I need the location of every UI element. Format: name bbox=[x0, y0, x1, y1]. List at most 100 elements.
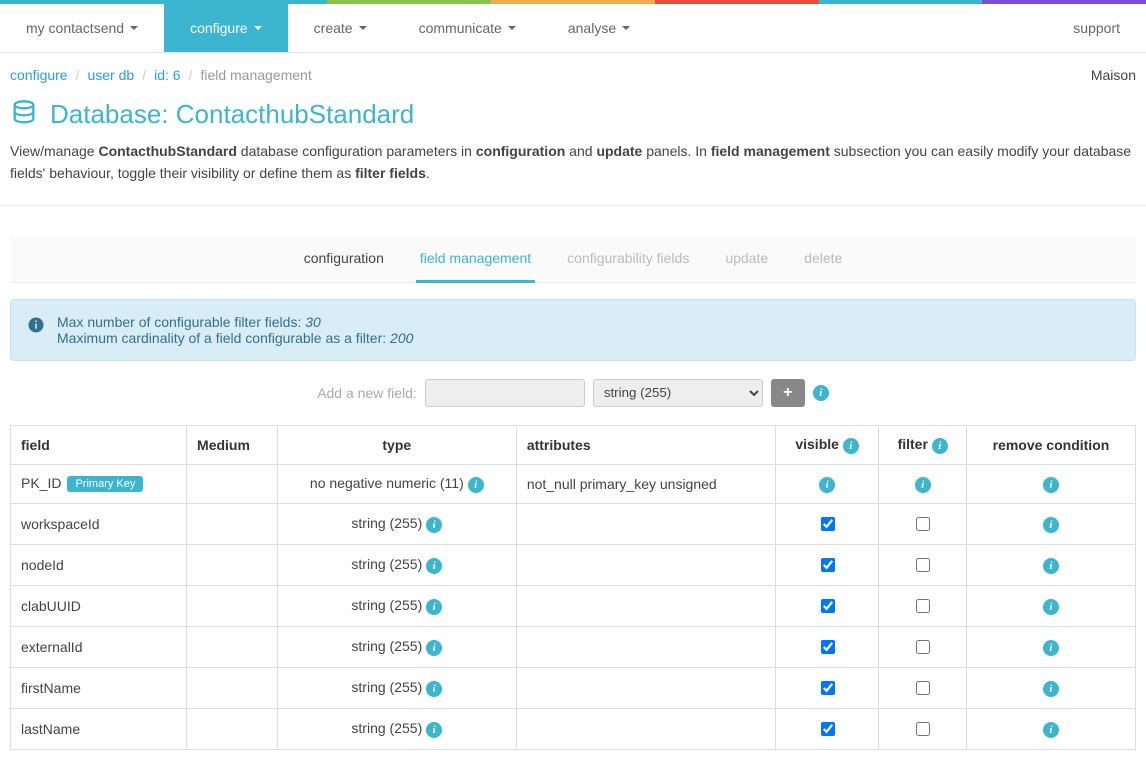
nav-create[interactable]: create bbox=[288, 4, 393, 52]
cell-remove: i bbox=[966, 667, 1135, 708]
tab-configuration[interactable]: configuration bbox=[300, 236, 388, 282]
database-icon bbox=[10, 99, 38, 130]
tabs-container: configuration field management configurabi… bbox=[10, 236, 1136, 283]
caret-down-icon bbox=[622, 26, 630, 30]
nav-analyse[interactable]: analyse bbox=[542, 4, 656, 52]
cell-attributes bbox=[516, 708, 775, 749]
info-icon[interactable]: i bbox=[1043, 681, 1059, 697]
breadcrumb-item[interactable]: configure bbox=[10, 67, 68, 83]
add-field-button[interactable]: + bbox=[771, 379, 805, 407]
filter-checkbox[interactable] bbox=[916, 599, 930, 613]
cell-medium bbox=[187, 464, 278, 503]
add-field-name-input[interactable] bbox=[425, 379, 585, 407]
cell-medium bbox=[187, 544, 278, 585]
info-icon[interactable]: i bbox=[1043, 640, 1059, 656]
cell-field: lastName bbox=[11, 708, 187, 749]
info-icon[interactable]: i bbox=[426, 640, 442, 656]
nav-communicate[interactable]: communicate bbox=[393, 4, 542, 52]
info-icon[interactable]: i bbox=[426, 558, 442, 574]
info-icon[interactable]: i bbox=[426, 681, 442, 697]
add-field-help-icon[interactable]: i bbox=[813, 385, 829, 401]
breadcrumb-item[interactable]: user db bbox=[87, 67, 134, 83]
cell-type: string (255) i bbox=[277, 626, 516, 667]
cell-field: externalId bbox=[11, 626, 187, 667]
visible-checkbox[interactable] bbox=[821, 681, 835, 695]
info-icon[interactable]: i bbox=[1043, 599, 1059, 615]
visible-checkbox[interactable] bbox=[821, 558, 835, 572]
info-icon[interactable]: i bbox=[1043, 477, 1059, 493]
info-icon[interactable]: i bbox=[819, 477, 835, 493]
info-icon[interactable]: i bbox=[468, 477, 484, 493]
field-name: nodeId bbox=[21, 557, 64, 573]
cell-field: firstName bbox=[11, 667, 187, 708]
info-box: Max number of configurable filter fields… bbox=[10, 299, 1136, 361]
filter-checkbox[interactable] bbox=[916, 722, 930, 736]
info-icon[interactable]: i bbox=[426, 722, 442, 738]
filter-checkbox[interactable] bbox=[916, 517, 930, 531]
info-icon[interactable]: i bbox=[426, 599, 442, 615]
filter-checkbox[interactable] bbox=[916, 681, 930, 695]
nav-item-label: communicate bbox=[419, 20, 502, 36]
info-icon[interactable]: i bbox=[915, 477, 931, 493]
add-field-type-select[interactable]: string (255) bbox=[593, 379, 763, 407]
info-icon[interactable]: i bbox=[426, 517, 442, 533]
tab-configurability-fields: configurability fields bbox=[563, 236, 693, 282]
info-icon[interactable]: i bbox=[1043, 722, 1059, 738]
cell-remove: i bbox=[966, 626, 1135, 667]
visible-checkbox[interactable] bbox=[821, 517, 835, 531]
caret-down-icon bbox=[359, 26, 367, 30]
table-row: clabUUIDstring (255) ii bbox=[11, 585, 1136, 626]
table-header-row: field Medium type attributes visible i f… bbox=[11, 425, 1136, 464]
breadcrumb-row: configure/user db/id: 6/field management… bbox=[0, 53, 1146, 93]
breadcrumb-item[interactable]: id: 6 bbox=[154, 67, 180, 83]
breadcrumb-item: field management bbox=[200, 67, 311, 83]
page-title-row: Database: ContacthubStandard bbox=[0, 93, 1146, 140]
page-description: View/manage ContacthubStandard database … bbox=[0, 140, 1146, 206]
cell-filter bbox=[879, 503, 966, 544]
col-attributes: attributes bbox=[516, 425, 775, 464]
info-icon[interactable]: i bbox=[1043, 517, 1059, 533]
visible-help-icon[interactable]: i bbox=[843, 438, 859, 454]
fields-table: field Medium type attributes visible i f… bbox=[10, 425, 1136, 750]
cell-filter bbox=[879, 667, 966, 708]
filter-checkbox[interactable] bbox=[916, 640, 930, 654]
nav-support[interactable]: support bbox=[1047, 4, 1146, 52]
breadcrumb-separator: / bbox=[76, 67, 80, 83]
visible-checkbox[interactable] bbox=[821, 722, 835, 736]
cell-filter: i bbox=[879, 464, 966, 503]
filter-checkbox[interactable] bbox=[916, 558, 930, 572]
filter-help-icon[interactable]: i bbox=[932, 438, 948, 454]
cell-visible: i bbox=[775, 464, 879, 503]
cell-attributes bbox=[516, 667, 775, 708]
cell-remove: i bbox=[966, 464, 1135, 503]
table-row: lastNamestring (255) ii bbox=[11, 708, 1136, 749]
visible-checkbox[interactable] bbox=[821, 599, 835, 613]
nav-my-contactsend[interactable]: my contactsend bbox=[0, 4, 164, 52]
cell-medium bbox=[187, 708, 278, 749]
page-title-name: ContacthubStandard bbox=[176, 99, 415, 129]
cell-visible bbox=[775, 708, 879, 749]
cell-visible bbox=[775, 503, 879, 544]
cell-filter bbox=[879, 585, 966, 626]
cell-remove: i bbox=[966, 544, 1135, 585]
table-row: nodeIdstring (255) ii bbox=[11, 544, 1136, 585]
visible-checkbox[interactable] bbox=[821, 640, 835, 654]
nav-item-label: create bbox=[314, 20, 353, 36]
nav-item-label: analyse bbox=[568, 20, 616, 36]
info-text: Max number of configurable filter fields… bbox=[57, 314, 413, 346]
nav-configure[interactable]: configure bbox=[164, 4, 288, 52]
info-icon[interactable]: i bbox=[1043, 558, 1059, 574]
cell-visible bbox=[775, 585, 879, 626]
col-remove: remove condition bbox=[966, 425, 1135, 464]
cell-medium bbox=[187, 503, 278, 544]
add-field-label: Add a new field: bbox=[317, 385, 417, 401]
cell-remove: i bbox=[966, 708, 1135, 749]
cell-medium bbox=[187, 667, 278, 708]
nav-support-label: support bbox=[1073, 20, 1120, 36]
cell-filter bbox=[879, 544, 966, 585]
tab-field-management[interactable]: field management bbox=[416, 236, 535, 283]
breadcrumb: configure/user db/id: 6/field management bbox=[10, 67, 312, 83]
cell-filter bbox=[879, 626, 966, 667]
tab-update: update bbox=[721, 236, 772, 282]
table-row: externalIdstring (255) ii bbox=[11, 626, 1136, 667]
